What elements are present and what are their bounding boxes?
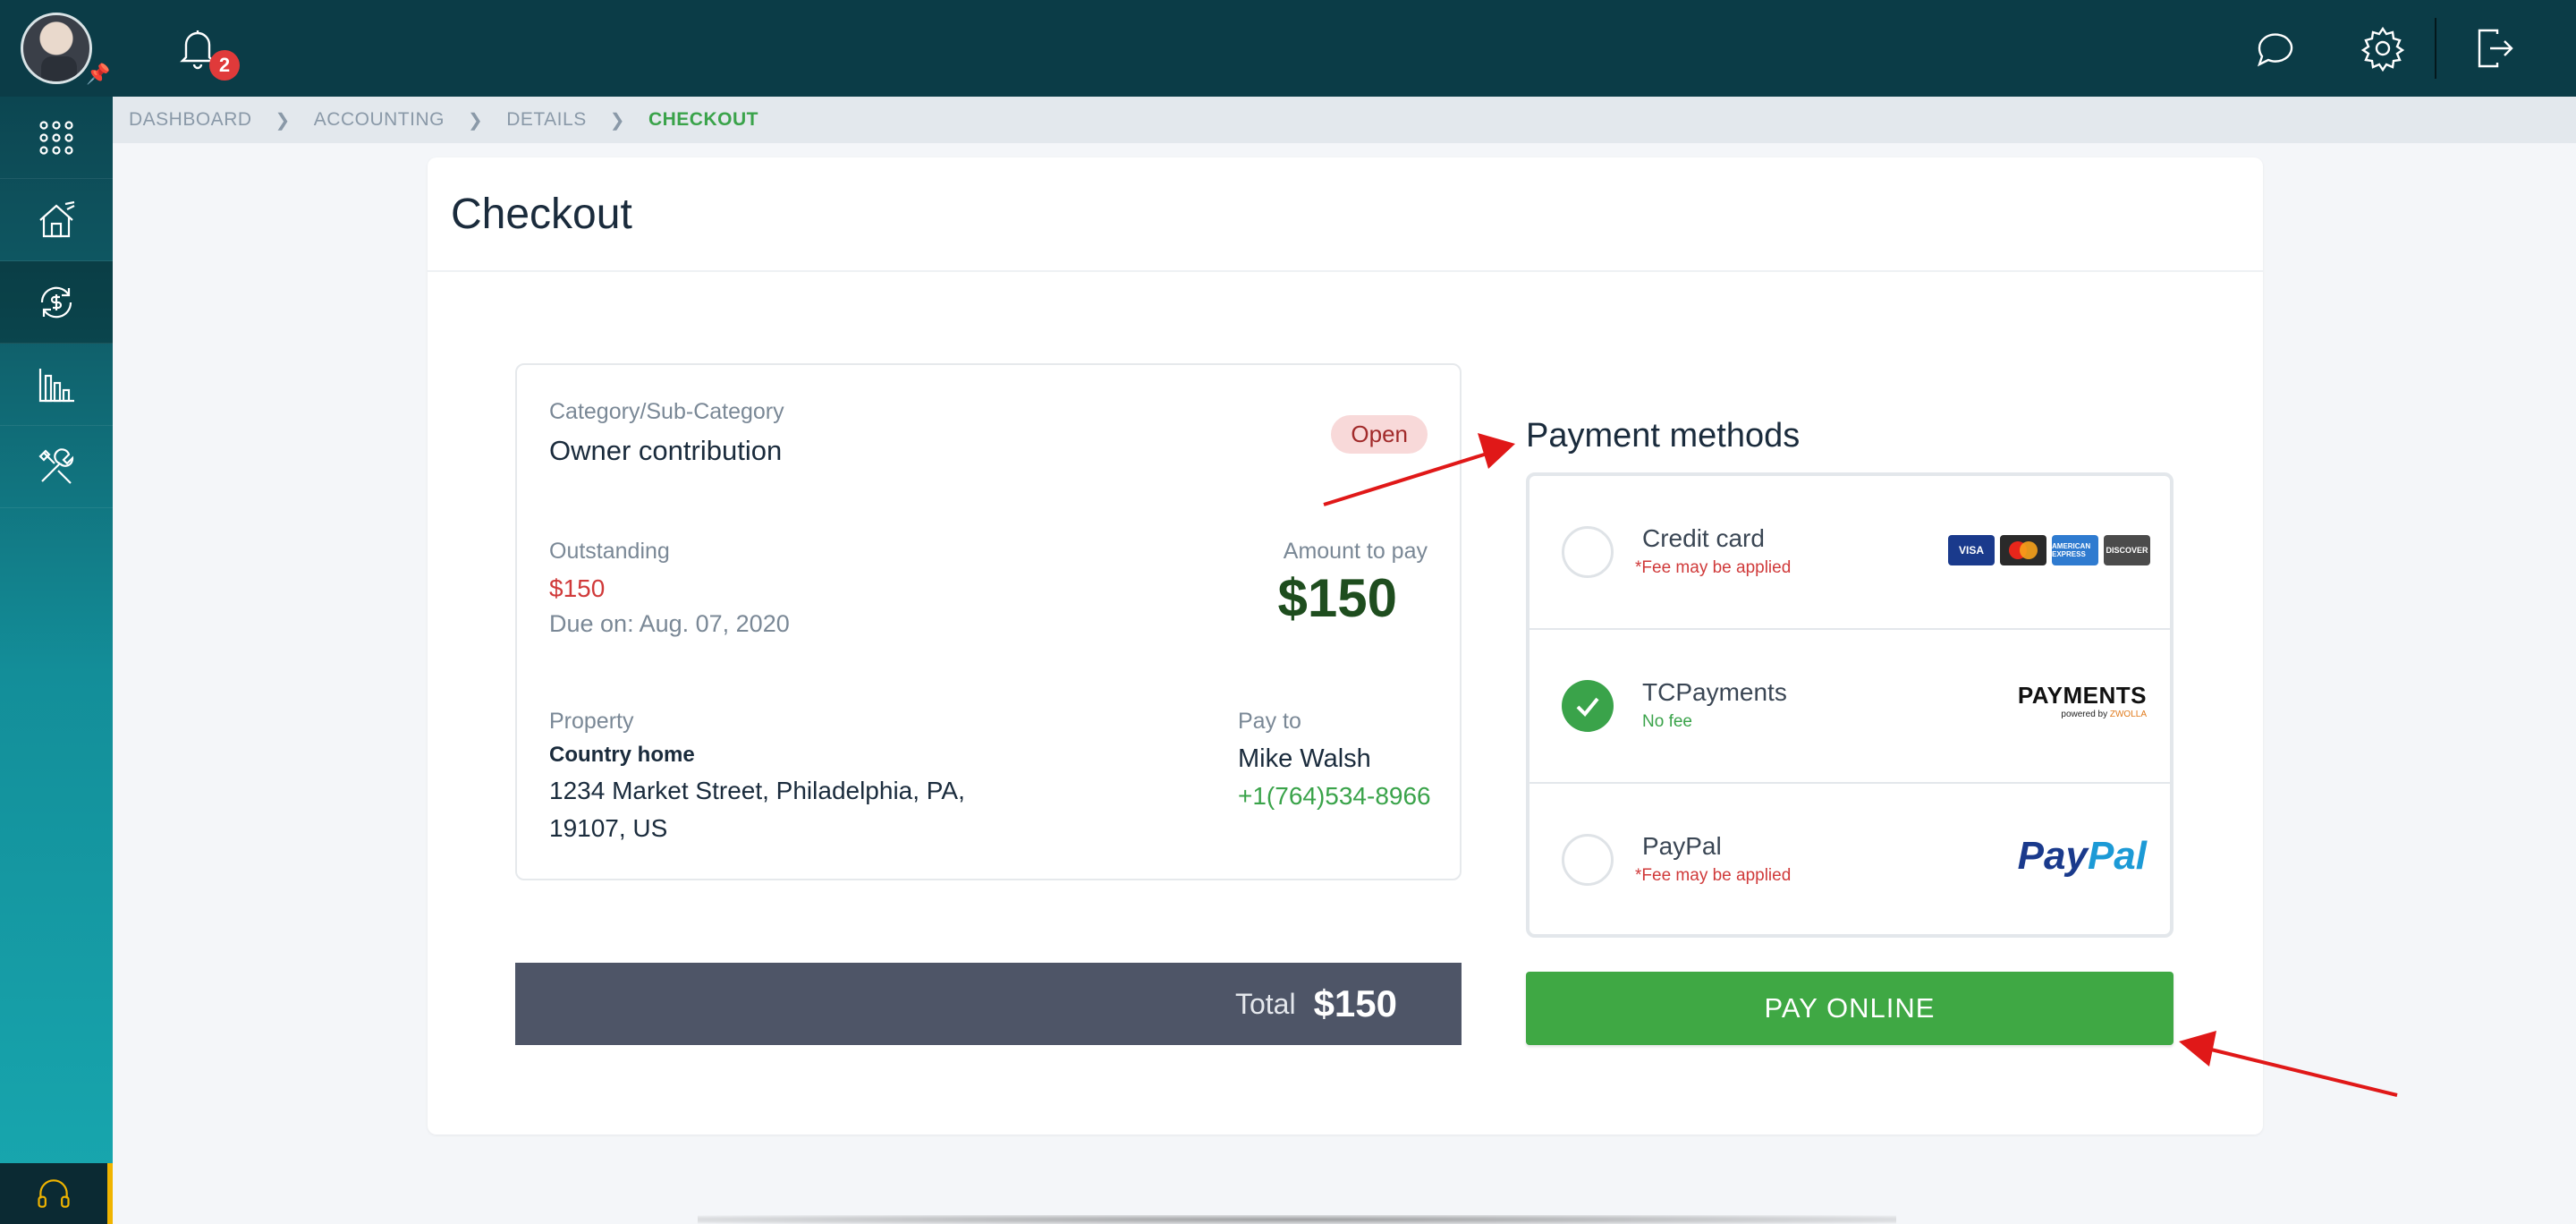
payment-methods-list: Credit card *Fee may be applied VISA AME… <box>1526 472 2174 938</box>
paypal-radio[interactable] <box>1562 834 1614 886</box>
settings-button[interactable] <box>2360 25 2406 72</box>
sidebar-item-accounting[interactable] <box>0 261 113 344</box>
chevron-right-icon: ❯ <box>467 110 484 131</box>
breadcrumb-checkout: CHECKOUT <box>648 109 758 130</box>
total-label: Total <box>1234 987 1296 1020</box>
chevron-right-icon: ❯ <box>275 110 291 131</box>
status-badge: Open <box>1331 415 1428 454</box>
chat-button[interactable] <box>2252 25 2299 72</box>
discover-logo-icon: DISCOVER <box>2104 535 2150 565</box>
property-address-line-2: 19107, US <box>549 814 668 842</box>
topbar-divider <box>2435 18 2436 79</box>
sidebar-item-reports[interactable] <box>0 344 113 426</box>
accounting-icon <box>40 286 72 318</box>
sidebar-item-apps[interactable] <box>0 97 113 179</box>
category-value: Owner contribution <box>549 435 783 466</box>
payment-option-name: PayPal <box>1642 832 1722 860</box>
payments-logo-icon: PAYMENTS powered by ZWOLLA <box>2017 682 2147 719</box>
payment-option-paypal[interactable]: PayPal *Fee may be applied PayPal <box>1530 784 2170 938</box>
fee-note: *Fee may be applied <box>1635 866 1792 885</box>
breadcrumb-dashboard[interactable]: DASHBOARD <box>129 109 252 131</box>
outstanding-label: Outstanding <box>549 539 670 564</box>
visa-logo-icon: VISA <box>1948 535 1995 565</box>
pay-to-label: Pay to <box>1238 709 1301 734</box>
payment-option-credit-card[interactable]: Credit card *Fee may be applied VISA AME… <box>1530 476 2170 630</box>
bottom-shadow <box>698 1215 1896 1224</box>
headset-icon <box>38 1179 70 1208</box>
check-icon <box>1576 697 1599 717</box>
payment-option-tcpayments[interactable]: TCPayments No fee PAYMENTS powered by ZW… <box>1530 630 2170 784</box>
mastercard-logo-icon <box>2000 535 2046 565</box>
top-bar: 2 <box>113 0 2576 97</box>
breadcrumb-details[interactable]: DETAILS <box>506 109 586 131</box>
breadcrumb: DASHBOARD ❯ ACCOUNTING ❯ DETAILS ❯ CHECK… <box>113 97 2576 143</box>
support-button[interactable] <box>0 1163 113 1224</box>
sidebar-item-tools[interactable] <box>0 426 113 508</box>
fee-note: No fee <box>1642 712 1692 731</box>
tcpayments-radio[interactable] <box>1562 680 1614 732</box>
due-date: Due on: Aug. 07, 2020 <box>549 610 790 637</box>
logout-button[interactable] <box>2470 25 2517 72</box>
chat-icon <box>2257 33 2293 67</box>
property-icon <box>39 200 75 237</box>
pay-to-name: Mike Walsh <box>1238 744 1371 773</box>
sidebar: 📌 <box>0 0 113 1224</box>
apps-grid-icon <box>39 120 73 155</box>
paypal-logo-icon: PayPal <box>2017 834 2147 878</box>
amount-to-pay-label: Amount to pay <box>1283 539 1428 564</box>
user-profile[interactable]: 📌 <box>0 0 113 97</box>
payment-option-name: TCPayments <box>1642 678 1787 706</box>
reports-icon <box>38 368 74 402</box>
breadcrumb-accounting[interactable]: ACCOUNTING <box>314 109 445 131</box>
invoice-details: Category/Sub-Category Owner contribution… <box>515 363 1462 880</box>
notification-count-badge: 2 <box>209 50 240 81</box>
payment-methods-title: Payment methods <box>1526 417 1801 455</box>
total-value: $150 <box>1313 982 1397 1024</box>
chevron-right-icon: ❯ <box>609 110 625 131</box>
pin-icon[interactable]: 📌 <box>86 63 110 86</box>
logout-icon <box>2478 29 2513 68</box>
card-brand-logos: VISA AMERICAN EXPRESS DISCOVER <box>1948 535 2150 565</box>
amount-to-pay-value: $150 <box>1277 568 1397 628</box>
checkout-card: Checkout Category/Sub-Category Owner con… <box>428 157 2263 1135</box>
sidebar-item-properties[interactable] <box>0 179 113 261</box>
pay-to-phone[interactable]: +1(764)534-8966 <box>1238 782 1431 811</box>
payment-option-name: Credit card <box>1642 524 1765 552</box>
property-address-line-1: 1234 Market Street, Philadelphia, PA, <box>549 777 965 804</box>
fee-note: *Fee may be applied <box>1635 558 1792 577</box>
total-bar: Total $150 <box>515 963 1462 1045</box>
outstanding-value: $150 <box>549 574 606 602</box>
tools-icon <box>38 447 74 484</box>
pay-online-button[interactable]: PAY ONLINE <box>1526 972 2174 1045</box>
amex-logo-icon: AMERICAN EXPRESS <box>2052 535 2098 565</box>
avatar[interactable] <box>21 13 92 84</box>
category-label: Category/Sub-Category <box>549 399 784 424</box>
credit-card-radio[interactable] <box>1562 526 1614 578</box>
gear-icon <box>2360 26 2405 72</box>
page-title: Checkout <box>428 157 2263 272</box>
property-name: Country home <box>549 743 695 767</box>
property-label: Property <box>549 709 634 734</box>
